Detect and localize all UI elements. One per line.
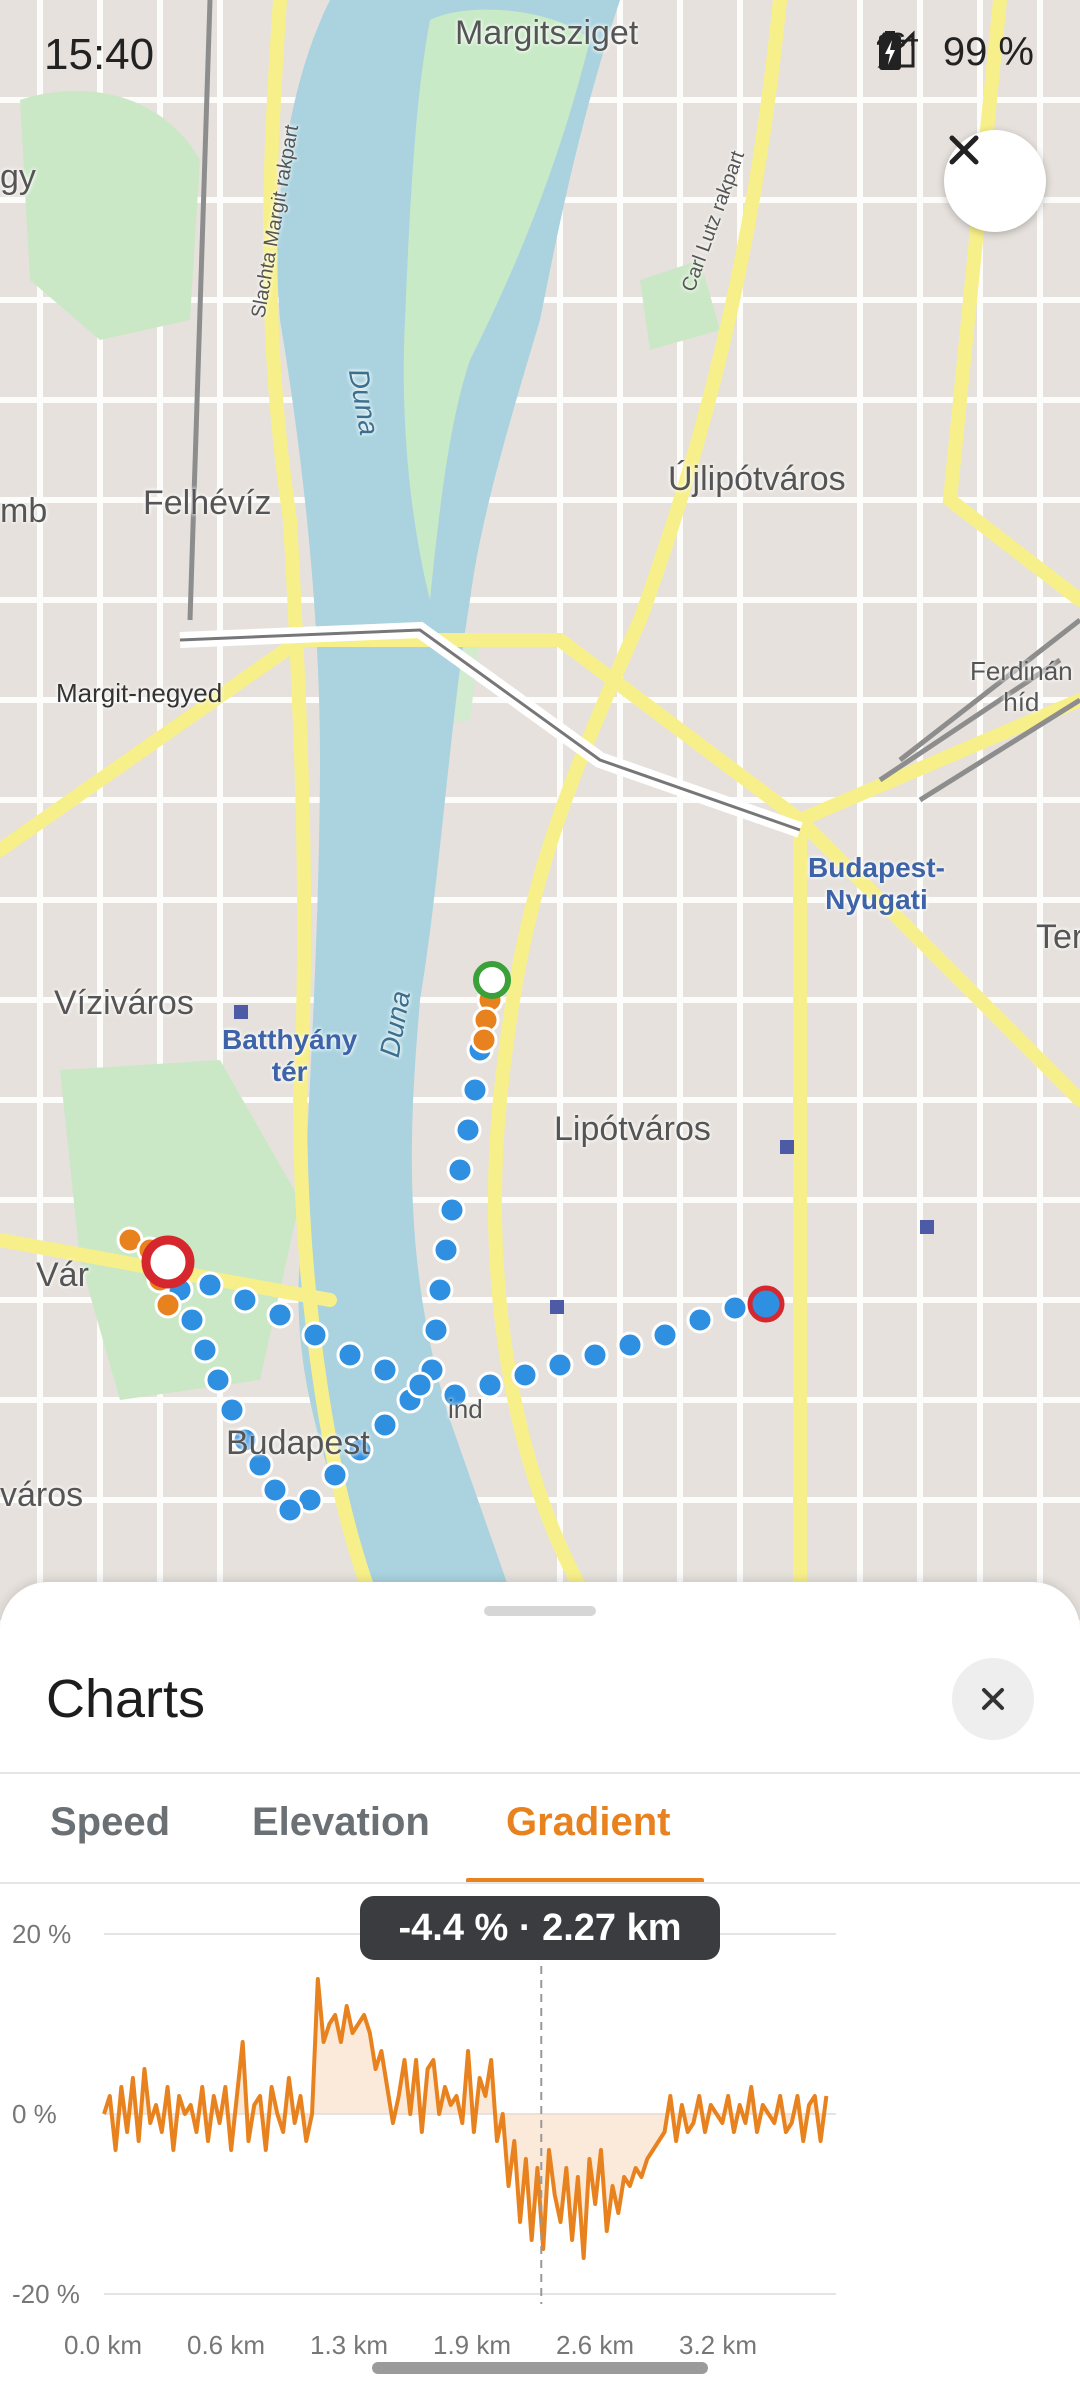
map-close-button[interactable] bbox=[944, 130, 1046, 232]
map-label-lipotvaros: Lipótváros bbox=[554, 1110, 711, 1148]
close-icon bbox=[982, 1688, 1004, 1710]
x-tick-label: 1.3 km bbox=[310, 2330, 388, 2360]
x-tick-label: 3.2 km bbox=[679, 2330, 757, 2360]
battery-level: 99 % bbox=[942, 30, 1034, 74]
x-tick-label: 2.6 km bbox=[556, 2330, 634, 2360]
map-label-ferdinand: Ferdinán híd bbox=[970, 656, 1073, 717]
map-label-varos: város bbox=[0, 1476, 84, 1514]
sheet-drag-handle[interactable] bbox=[484, 1606, 596, 1616]
charts-sheet: Charts Speed Elevation Gradient 20 % 0 % -… bbox=[0, 1582, 1080, 2400]
tab-speed[interactable]: Speed bbox=[50, 1800, 170, 1845]
map-view[interactable]: Margitsziget Újlipótváros Felhévíz Margi… bbox=[0, 0, 1080, 1620]
map-label-ter: Ter bbox=[1036, 918, 1080, 956]
map-label-ind: ind bbox=[448, 1394, 483, 1424]
x-tick-label: 1.9 km bbox=[433, 2330, 511, 2360]
chart-tooltip: -4.4 % · 2.27 km bbox=[360, 1896, 720, 1960]
status-icons: 4G+ 99 % bbox=[877, 28, 1034, 75]
sheet-divider bbox=[0, 1772, 1080, 1774]
map-canvas[interactable] bbox=[0, 0, 1080, 1620]
tabs-divider bbox=[0, 1882, 1080, 1884]
map-label-felheviz: Felhévíz bbox=[143, 484, 272, 522]
gradient-line bbox=[102, 1977, 829, 2260]
x-tick-label: 0.0 km bbox=[64, 2330, 142, 2360]
status-time: 15:40 bbox=[44, 30, 155, 79]
y-tick-label: 20 % bbox=[12, 1919, 71, 1949]
tab-elevation[interactable]: Elevation bbox=[252, 1800, 430, 1845]
status-bar: 15:40 4G+ 99 % bbox=[0, 22, 1080, 86]
map-label-margit-negyed: Margit-negyed bbox=[56, 678, 223, 708]
y-tick-label: 0 % bbox=[12, 2099, 57, 2129]
tab-gradient[interactable]: Gradient bbox=[506, 1800, 670, 1845]
gesture-nav-bar[interactable] bbox=[372, 2362, 708, 2374]
map-label-var: Vár bbox=[36, 1256, 89, 1294]
map-label-mb: mb bbox=[0, 492, 48, 530]
sheet-title: Charts bbox=[46, 1669, 206, 1729]
x-tick-label: 0.6 km bbox=[187, 2330, 265, 2360]
map-label-gy: gy bbox=[0, 158, 36, 196]
map-label-ujlipotvaros: Újlipótváros bbox=[668, 460, 846, 498]
close-icon bbox=[949, 135, 979, 165]
sheet-close-button[interactable] bbox=[952, 1658, 1034, 1740]
map-label-budapest: Budapest bbox=[226, 1424, 370, 1462]
gradient-chart[interactable]: 20 % 0 % -20 % 0.0 km 0.6 km 1.3 km 1.9 km 2.6 … bbox=[0, 1892, 1080, 2362]
map-label-nyugati: Budapest- Nyugati bbox=[808, 852, 945, 915]
y-tick-label: -20 % bbox=[12, 2279, 80, 2309]
map-label-batthyany: Batthyány tér bbox=[222, 1024, 358, 1087]
map-label-vizivaros: Víziváros bbox=[54, 984, 194, 1022]
